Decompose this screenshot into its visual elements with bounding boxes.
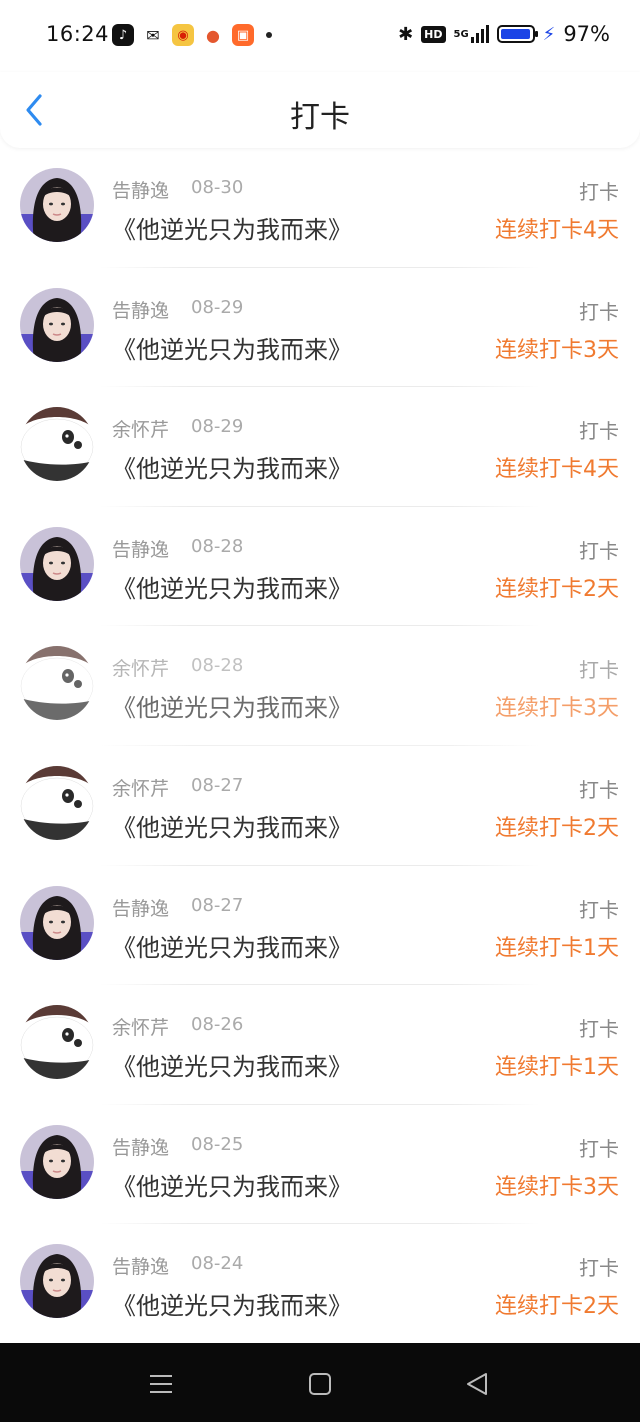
- list-item[interactable]: 告静逸 08-24 《他逆光只为我而来》 打卡 连续打卡2天: [0, 1224, 640, 1344]
- avatar[interactable]: [20, 1005, 94, 1080]
- streak-label: 连续打卡3天: [495, 337, 619, 363]
- avatar[interactable]: [20, 168, 94, 242]
- bluetooth-icon: ✱: [398, 23, 414, 45]
- nav-back-button[interactable]: [462, 1369, 492, 1399]
- streak-label: 连续打卡2天: [495, 1294, 619, 1320]
- page-title: 打卡: [290, 100, 350, 135]
- list-item[interactable]: 告静逸 08-27 《他逆光只为我而来》 打卡 连续打卡1天: [0, 866, 640, 986]
- checkin-type: 打卡: [579, 1256, 619, 1281]
- checkin-type: 打卡: [579, 777, 619, 802]
- taobao-icon: ●: [202, 24, 224, 46]
- checkin-type: 打卡: [579, 419, 619, 444]
- list-item[interactable]: 告静逸 08-29 《他逆光只为我而来》 打卡 连续打卡3天: [0, 268, 640, 388]
- book-title: 《他逆光只为我而来》: [112, 694, 352, 723]
- streak-label: 连续打卡3天: [495, 1174, 619, 1200]
- weibo-icon: ◉: [172, 24, 194, 46]
- more-notifications-icon: [266, 32, 272, 38]
- charging-icon: ⚡: [542, 23, 556, 45]
- app-icon: ▣: [232, 24, 254, 46]
- checkin-type: 打卡: [579, 180, 619, 204]
- list-item[interactable]: 余怀芹 08-28 《他逆光只为我而来》 打卡 连续打卡3天: [0, 626, 640, 746]
- list-item[interactable]: 余怀芹 08-27 《他逆光只为我而来》 打卡 连续打卡2天: [0, 746, 640, 866]
- streak-label: 连续打卡3天: [495, 696, 619, 722]
- streak-label: 连续打卡2天: [495, 815, 619, 841]
- avatar[interactable]: [20, 1124, 94, 1199]
- triangle-back-icon: [467, 1373, 487, 1395]
- user-name: 告静逸: [112, 1256, 170, 1279]
- streak-label: 连续打卡1天: [495, 1055, 619, 1081]
- user-name: 余怀芹: [112, 658, 170, 681]
- user-name: 告静逸: [112, 538, 170, 561]
- list-item[interactable]: 余怀芹 08-29 《他逆光只为我而来》 打卡 连续打卡4天: [0, 387, 640, 507]
- battery-icon: [496, 25, 538, 43]
- avatar[interactable]: [20, 407, 94, 482]
- status-time: 16:24: [46, 22, 110, 46]
- checkin-date: 08-26: [191, 1014, 244, 1036]
- checkin-list: 告静逸 08-30 《他逆光只为我而来》 打卡 连续打卡4天 告静逸 08-29…: [0, 148, 640, 1344]
- wechat-icon: ✉: [142, 24, 164, 46]
- avatar[interactable]: [20, 885, 94, 960]
- avatar[interactable]: [20, 1244, 94, 1319]
- checkin-type: 打卡: [579, 299, 619, 324]
- avatar[interactable]: [20, 765, 94, 840]
- checkin-date: 08-28: [191, 535, 244, 557]
- book-title: 《他逆光只为我而来》: [112, 574, 352, 603]
- book-title: 《他逆光只为我而来》: [112, 813, 352, 842]
- system-indicators: ✱ HD 5G ⚡ 97%: [398, 22, 610, 46]
- checkin-type: 打卡: [579, 897, 619, 922]
- checkin-date: 08-28: [191, 655, 244, 677]
- user-name: 余怀芹: [112, 419, 170, 442]
- signal-icon: [470, 25, 489, 43]
- book-title: 《他逆光只为我而来》: [112, 1172, 352, 1201]
- checkin-date: 08-30: [191, 177, 244, 198]
- user-name: 告静逸: [112, 897, 170, 920]
- battery-percent: 97%: [563, 22, 610, 46]
- book-title: 《他逆光只为我而来》: [112, 1053, 352, 1082]
- streak-label: 连续打卡4天: [495, 457, 619, 483]
- page-header: 打卡: [0, 72, 640, 148]
- list-item[interactable]: 告静逸 08-30 《他逆光只为我而来》 打卡 连续打卡4天: [0, 148, 640, 268]
- streak-label: 连续打卡4天: [495, 218, 619, 243]
- checkin-date: 08-27: [191, 774, 244, 796]
- checkin-date: 08-25: [191, 1133, 244, 1155]
- avatar[interactable]: [20, 287, 94, 362]
- book-title: 《他逆光只为我而来》: [112, 455, 352, 484]
- book-title: 《他逆光只为我而来》: [112, 1292, 352, 1321]
- checkin-type: 打卡: [579, 1136, 619, 1161]
- avatar[interactable]: [20, 526, 94, 601]
- list-item[interactable]: 告静逸 08-28 《他逆光只为我而来》 打卡 连续打卡2天: [0, 507, 640, 627]
- network-type: 5G: [453, 28, 469, 40]
- book-title: 《他逆光只为我而来》: [112, 933, 352, 962]
- checkin-type: 打卡: [579, 538, 619, 563]
- checkin-date: 08-29: [191, 296, 244, 318]
- list-item[interactable]: 告静逸 08-25 《他逆光只为我而来》 打卡 连续打卡3天: [0, 1105, 640, 1225]
- menu-icon: [150, 1375, 172, 1393]
- checkin-date: 08-29: [191, 416, 244, 438]
- book-title: 《他逆光只为我而来》: [112, 335, 352, 364]
- user-name: 余怀芹: [112, 1017, 170, 1040]
- user-name: 余怀芹: [112, 777, 170, 800]
- checkin-date: 08-24: [191, 1253, 244, 1275]
- menu-button[interactable]: [146, 1369, 176, 1399]
- hd-badge: HD: [421, 25, 446, 43]
- checkin-type: 打卡: [579, 658, 619, 683]
- user-name: 告静逸: [112, 180, 170, 202]
- streak-label: 连续打卡1天: [495, 935, 619, 961]
- status-bar: 16:24 ♪ ✉ ◉ ● ▣ ✱ HD 5G ⚡ 97%: [0, 0, 640, 72]
- user-name: 告静逸: [112, 299, 170, 322]
- user-name: 告静逸: [112, 1136, 170, 1159]
- checkin-type: 打卡: [579, 1017, 619, 1042]
- list-item[interactable]: 余怀芹 08-26 《他逆光只为我而来》 打卡 连续打卡1天: [0, 985, 640, 1105]
- notification-icons: ♪ ✉ ◉ ● ▣: [112, 24, 272, 46]
- home-square-icon: [309, 1373, 331, 1395]
- avatar[interactable]: [20, 646, 94, 721]
- book-title: 《他逆光只为我而来》: [112, 216, 352, 244]
- home-button[interactable]: [305, 1369, 335, 1399]
- system-nav-bar: [0, 1343, 640, 1422]
- checkin-date: 08-27: [191, 894, 244, 916]
- tiktok-icon: ♪: [112, 24, 134, 46]
- streak-label: 连续打卡2天: [495, 576, 619, 602]
